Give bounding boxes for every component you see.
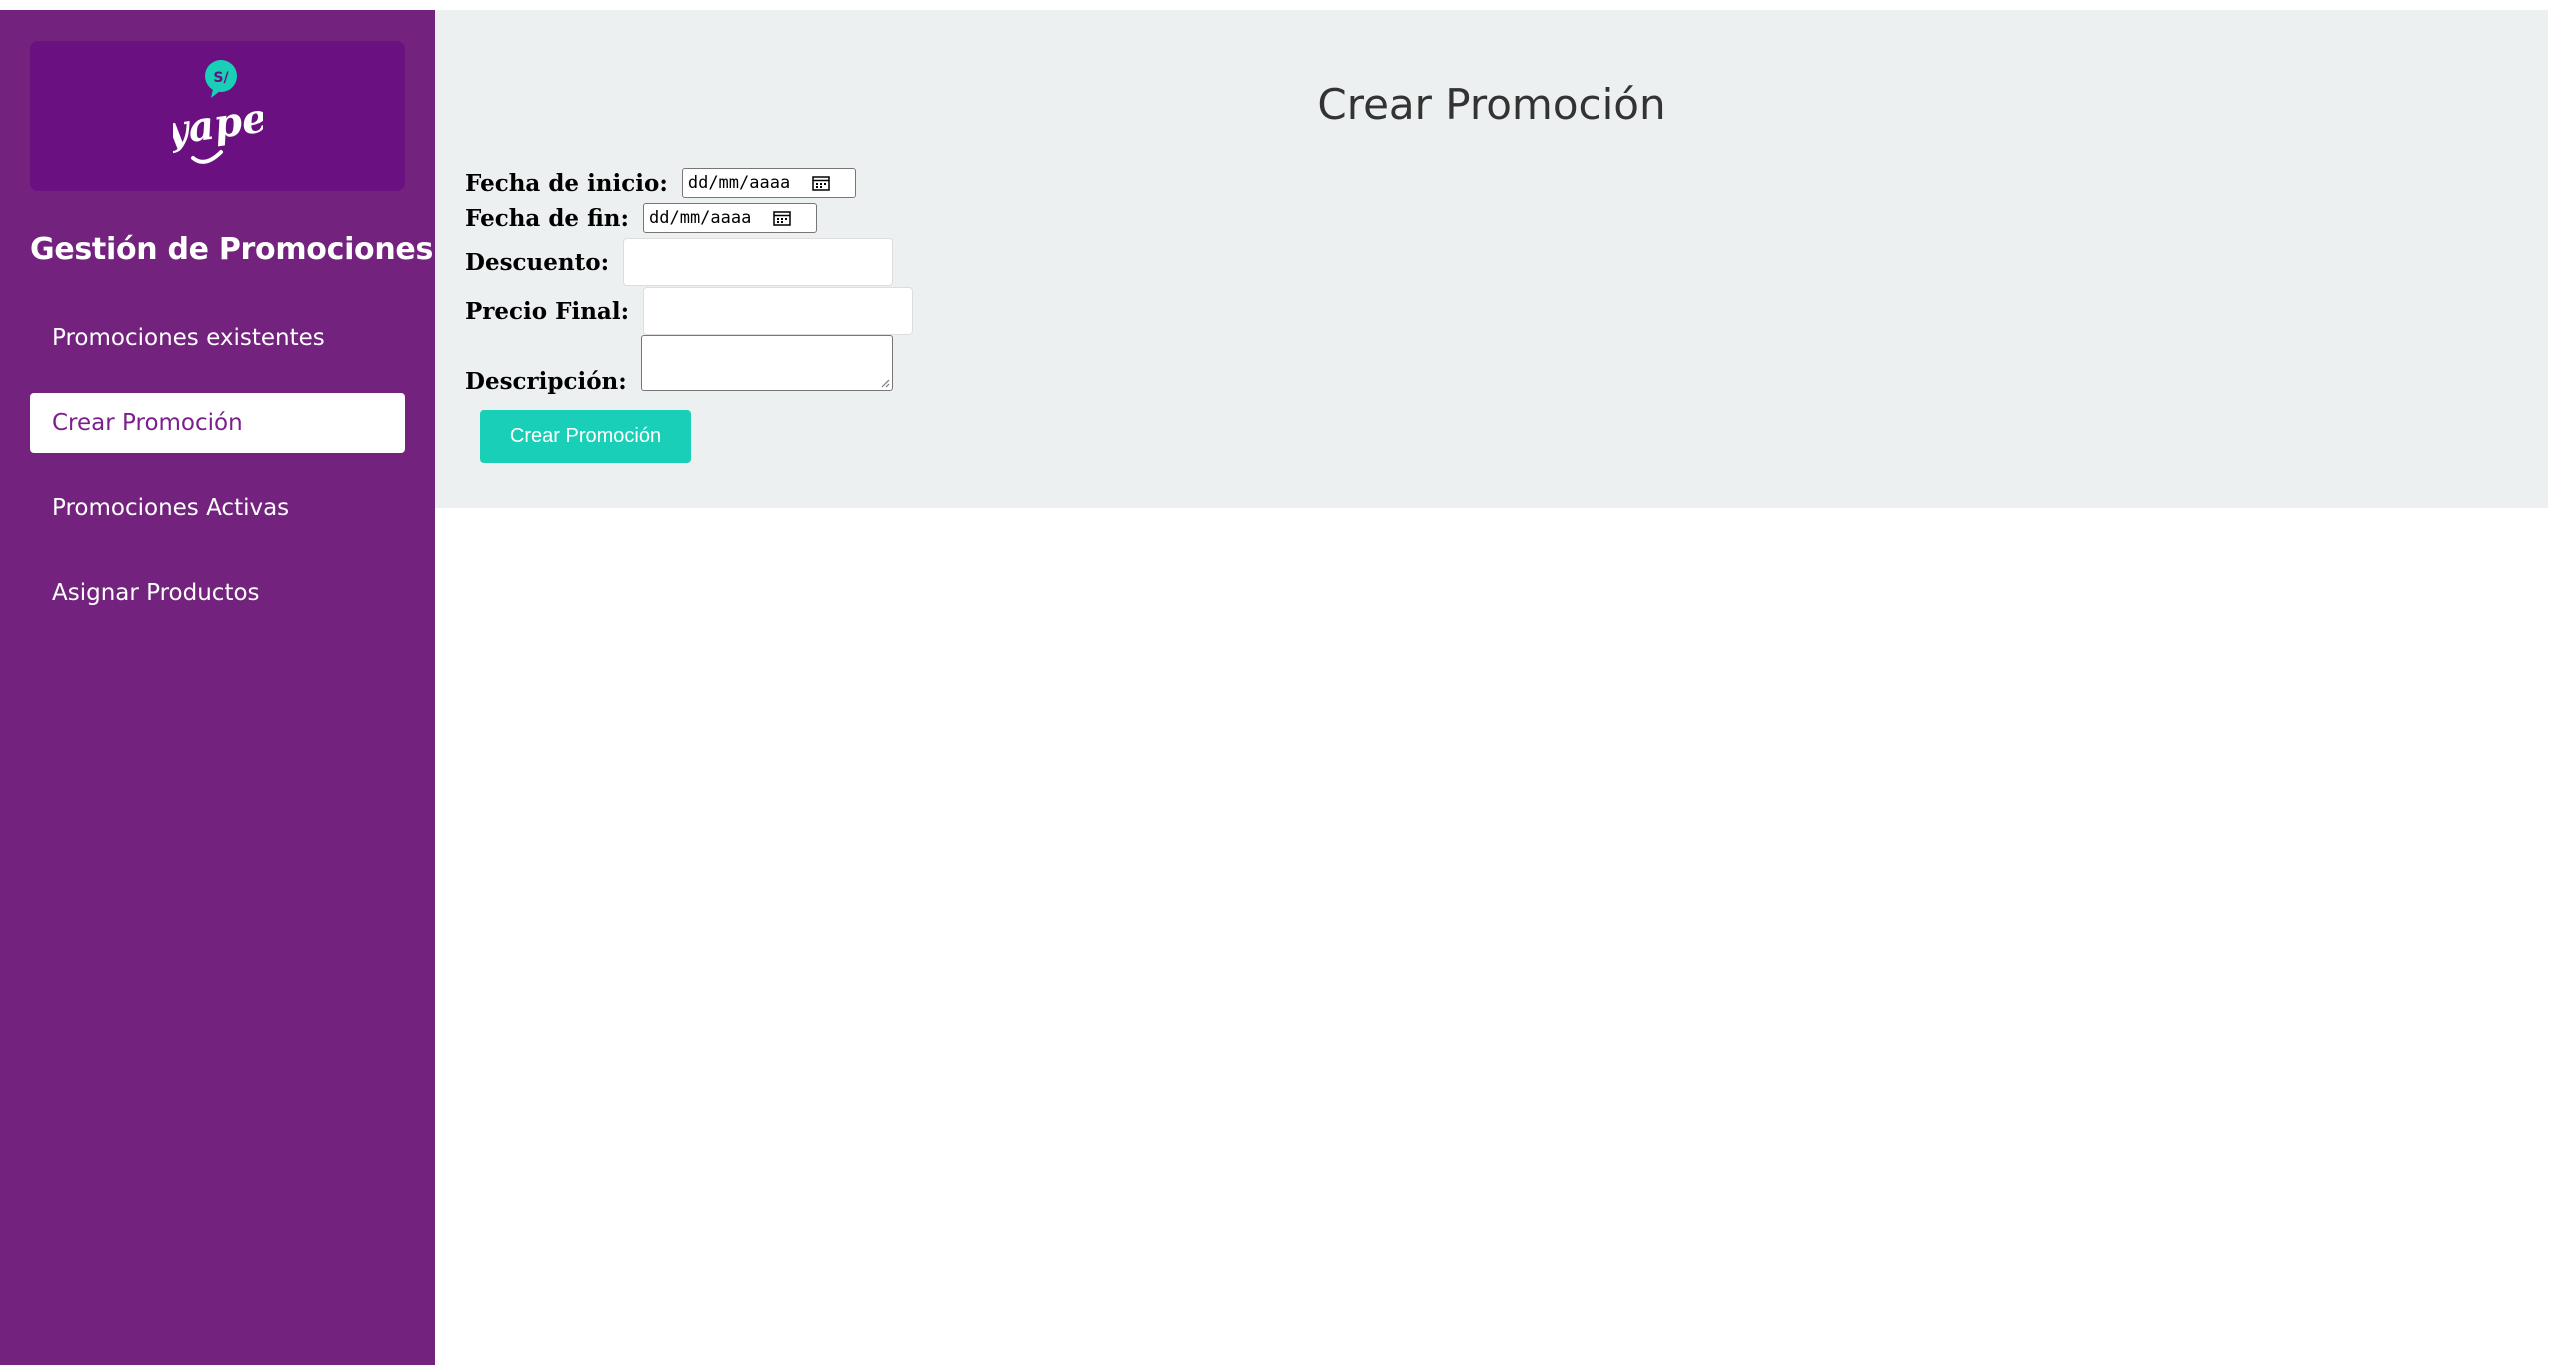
sidebar-item-label: Promociones existentes <box>52 325 325 351</box>
end-date-label: Fecha de fin: <box>465 204 629 232</box>
discount-label: Descuento: <box>465 248 610 276</box>
start-date-label: Fecha de inicio: <box>465 169 668 197</box>
final-price-label: Precio Final: <box>465 297 630 325</box>
sidebar-item-promociones-existentes[interactable]: Promociones existentes <box>30 308 405 368</box>
sidebar: S/ yape Gestión de Promociones Promocion… <box>0 10 435 1365</box>
sidebar-item-label: Asignar Productos <box>52 580 260 606</box>
logo-wordmark: yape <box>173 94 263 155</box>
yape-logo-icon: S/ yape <box>173 60 263 164</box>
description-row: Descripción: <box>465 335 893 395</box>
sidebar-title: Gestión de Promociones <box>30 232 434 267</box>
end-date-row: Fecha de fin: dd/mm/aaaa <box>465 203 817 233</box>
description-label: Descripción: <box>465 368 627 395</box>
calendar-icon[interactable] <box>812 175 830 191</box>
resize-grip-icon[interactable] <box>880 378 890 388</box>
page-title: Crear Promoción <box>1317 80 1666 129</box>
create-promotion-panel: Crear Promoción Fecha de inicio: dd/mm/a… <box>435 10 2548 508</box>
logo: S/ yape <box>30 41 405 191</box>
sidebar-nav: Promociones existentes Crear Promoción P… <box>30 308 405 648</box>
sidebar-item-crear-promocion[interactable]: Crear Promoción <box>30 393 405 453</box>
top-strip <box>0 0 2553 10</box>
create-promotion-button[interactable]: Crear Promoción <box>480 410 691 463</box>
end-date-input[interactable]: dd/mm/aaaa <box>643 203 817 233</box>
sidebar-item-promociones-activas[interactable]: Promociones Activas <box>30 478 405 538</box>
final-price-input[interactable] <box>643 287 914 335</box>
discount-row: Descuento: <box>465 238 894 286</box>
sidebar-item-label: Crear Promoción <box>52 410 243 436</box>
start-date-value: dd/mm/aaaa <box>687 173 791 193</box>
final-price-row: Precio Final: <box>465 287 914 335</box>
logo-badge-text: S/ <box>213 70 229 86</box>
description-textarea[interactable] <box>640 335 893 391</box>
sidebar-item-asignar-productos[interactable]: Asignar Productos <box>30 563 405 623</box>
discount-input[interactable] <box>623 238 894 286</box>
start-date-row: Fecha de inicio: dd/mm/aaaa <box>465 168 856 198</box>
sidebar-item-label: Promociones Activas <box>52 495 290 521</box>
start-date-input[interactable]: dd/mm/aaaa <box>681 168 856 198</box>
calendar-icon[interactable] <box>773 210 792 226</box>
end-date-value: dd/mm/aaaa <box>649 208 752 228</box>
